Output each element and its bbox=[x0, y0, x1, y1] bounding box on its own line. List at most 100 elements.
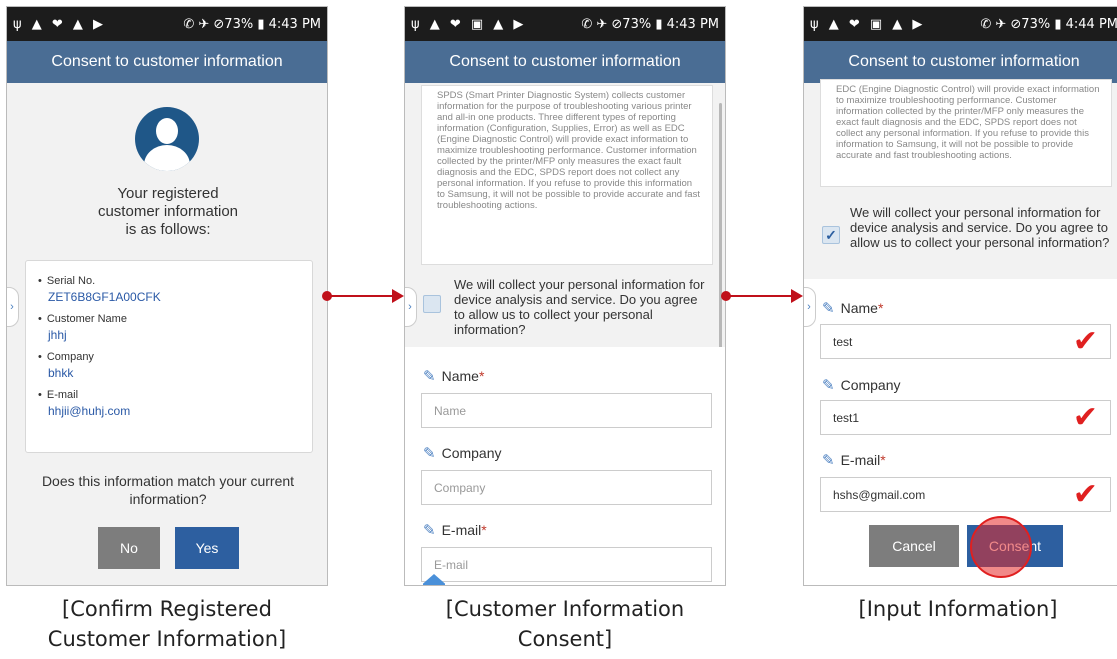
caption-line: [Customer Information bbox=[445, 597, 685, 621]
info-value: hhjii@huhj.com bbox=[48, 404, 131, 418]
status-icons-right: ✆ ✈ ⊘73% ▮ 4:44 PM bbox=[980, 16, 1117, 32]
info-value: jhhj bbox=[48, 328, 67, 342]
email-input[interactable]: hshs@gmail.com ✔ bbox=[820, 477, 1111, 512]
caption-confirm: [Confirm Registered Customer Information… bbox=[6, 594, 328, 654]
consent-checkbox-checked[interactable]: ✓ bbox=[822, 226, 840, 244]
info-label: Serial No. bbox=[38, 275, 312, 287]
pencil-icon: ✎ bbox=[423, 522, 436, 539]
yes-button[interactable]: Yes bbox=[175, 527, 239, 569]
company-label: ✎ Company bbox=[822, 376, 901, 394]
checkmark-icon: ✓ bbox=[825, 226, 837, 243]
status-bar: ψ ▲ ❤ ▣ ▲ ▶ ✆ ✈ ⊘73% ▮ 4:44 PM bbox=[804, 7, 1117, 41]
info-label: Company bbox=[38, 351, 312, 363]
customer-info-card: Serial No. ZET6B8GF1A00CFK Customer Name… bbox=[25, 260, 313, 453]
side-drawer-tab[interactable]: › bbox=[804, 287, 816, 327]
user-avatar-icon bbox=[135, 107, 199, 171]
caption-line: Customer Information] bbox=[47, 627, 287, 651]
label-text: Company bbox=[840, 377, 901, 393]
chevron-right-icon: › bbox=[408, 301, 412, 313]
pencil-icon: ✎ bbox=[423, 368, 436, 385]
caption-line: [Input Information] bbox=[858, 597, 1058, 621]
consent-row[interactable]: We will collect your personal informatio… bbox=[405, 277, 725, 347]
consent-button[interactable]: Consent bbox=[967, 525, 1063, 567]
intro-line: customer information bbox=[97, 203, 239, 220]
chevron-right-icon: › bbox=[807, 301, 811, 313]
caption-line: [Confirm Registered bbox=[62, 597, 272, 621]
label-text: Company bbox=[441, 445, 502, 461]
policy-text: SPDS (Smart Printer Diagnostic System) c… bbox=[421, 85, 713, 265]
screen-customer-info-consent: ψ ▲ ❤ ▣ ▲ ▶ ✆ ✈ ⊘73% ▮ 4:43 PM Consent t… bbox=[404, 6, 726, 586]
side-drawer-tab[interactable]: › bbox=[405, 287, 417, 327]
intro-line: Your registered bbox=[117, 185, 219, 202]
name-label: ✎ Name * bbox=[822, 299, 883, 317]
app-title-bar: Consent to customer information bbox=[804, 41, 1117, 83]
policy-text: EDC (Engine Diagnostic Control) will pro… bbox=[820, 79, 1112, 187]
pencil-icon: ✎ bbox=[822, 377, 835, 394]
screen-input-information: ψ ▲ ❤ ▣ ▲ ▶ ✆ ✈ ⊘73% ▮ 4:44 PM Consent t… bbox=[803, 6, 1117, 586]
company-input[interactable]: Company bbox=[421, 470, 712, 505]
no-button[interactable]: No bbox=[98, 527, 160, 569]
name-input[interactable]: Name bbox=[421, 393, 712, 428]
consent-checkbox[interactable] bbox=[423, 295, 441, 313]
company-label: ✎ Company bbox=[423, 444, 502, 462]
status-icons-right: ✆ ✈ ⊘73% ▮ 4:43 PM bbox=[581, 16, 719, 32]
status-icons-right: ✆ ✈ ⊘73% ▮ 4:43 PM bbox=[183, 16, 321, 32]
company-input[interactable]: test1 ✔ bbox=[820, 400, 1111, 435]
app-title: Consent to customer information bbox=[51, 53, 283, 70]
label-text: E-mail bbox=[840, 452, 881, 468]
screen-confirm-registered-info: ψ ▲ ❤ ▲ ▶ ✆ ✈ ⊘73% ▮ 4:43 PM Consent to … bbox=[6, 6, 328, 586]
chevron-right-icon: › bbox=[10, 301, 14, 313]
caption-consent: [Customer Information Consent] bbox=[404, 594, 726, 654]
question-line: information? bbox=[129, 491, 207, 507]
consent-text: We will collect your personal informatio… bbox=[454, 277, 705, 337]
input-value: test bbox=[833, 334, 853, 349]
consent-text: We will collect your personal informatio… bbox=[850, 205, 1110, 250]
app-title-bar: Consent to customer information bbox=[405, 41, 725, 83]
pencil-icon: ✎ bbox=[822, 300, 835, 317]
input-value: hshs@gmail.com bbox=[833, 487, 926, 502]
input-value: test1 bbox=[833, 410, 860, 425]
question-line: Does this information match your current bbox=[41, 473, 295, 489]
caption-line: Consent] bbox=[517, 627, 613, 651]
match-question: Does this information match your current… bbox=[7, 472, 327, 508]
name-input[interactable]: test ✔ bbox=[820, 324, 1111, 359]
info-label: Customer Name bbox=[38, 313, 312, 325]
status-icons-left: ψ ▲ ❤ ▲ ▶ bbox=[13, 16, 106, 32]
label-text: Name bbox=[840, 300, 878, 316]
consent-row[interactable]: ✓ We will collect your personal informat… bbox=[804, 205, 1117, 275]
cancel-button[interactable]: Cancel bbox=[869, 525, 959, 567]
required-mark: * bbox=[481, 522, 487, 538]
pencil-icon: ✎ bbox=[822, 452, 835, 469]
input-form: ✎ Name * test ✔ ✎ Company test1 ✔ ✎ E-mai… bbox=[804, 279, 1117, 585]
red-check-icon: ✔ bbox=[1072, 477, 1098, 512]
caption-input: [Input Information] bbox=[803, 594, 1113, 624]
email-input[interactable]: E-mail bbox=[421, 547, 712, 582]
info-customer-name: Customer Name jhhj bbox=[38, 313, 312, 342]
status-bar: ψ ▲ ❤ ▲ ▶ ✆ ✈ ⊘73% ▮ 4:43 PM bbox=[7, 7, 327, 41]
intro-line: is as follows: bbox=[125, 221, 211, 238]
app-title-bar: Consent to customer information bbox=[7, 41, 327, 83]
side-drawer-tab[interactable]: › bbox=[7, 287, 19, 327]
info-value: ZET6B8GF1A00CFK bbox=[48, 290, 161, 304]
app-title: Consent to customer information bbox=[449, 53, 681, 70]
info-serial: Serial No. ZET6B8GF1A00CFK bbox=[38, 275, 312, 304]
required-mark: * bbox=[880, 452, 886, 468]
input-form: ✎ Name * Name ✎ Company Company ✎ E-mail *… bbox=[405, 347, 725, 585]
intro-text: Your registered customer information is … bbox=[7, 185, 327, 239]
info-company: Company bhkk bbox=[38, 351, 312, 380]
flow-arrow bbox=[721, 289, 803, 303]
status-bar: ψ ▲ ❤ ▣ ▲ ▶ ✆ ✈ ⊘73% ▮ 4:43 PM bbox=[405, 7, 725, 41]
name-label: ✎ Name * bbox=[423, 367, 484, 385]
red-check-icon: ✔ bbox=[1072, 400, 1098, 435]
app-title: Consent to customer information bbox=[848, 53, 1080, 70]
email-label: ✎ E-mail * bbox=[822, 451, 886, 469]
label-text: E-mail bbox=[441, 522, 482, 538]
email-label: ✎ E-mail * bbox=[423, 521, 487, 539]
status-icons-left: ψ ▲ ❤ ▣ ▲ ▶ bbox=[810, 16, 926, 32]
info-label: E-mail bbox=[38, 389, 312, 401]
info-value: bhkk bbox=[48, 366, 74, 380]
info-email: E-mail hhjii@huhj.com bbox=[38, 389, 312, 418]
label-text: Name bbox=[441, 368, 479, 384]
pencil-icon: ✎ bbox=[423, 445, 436, 462]
status-icons-left: ψ ▲ ❤ ▣ ▲ ▶ bbox=[411, 16, 527, 32]
